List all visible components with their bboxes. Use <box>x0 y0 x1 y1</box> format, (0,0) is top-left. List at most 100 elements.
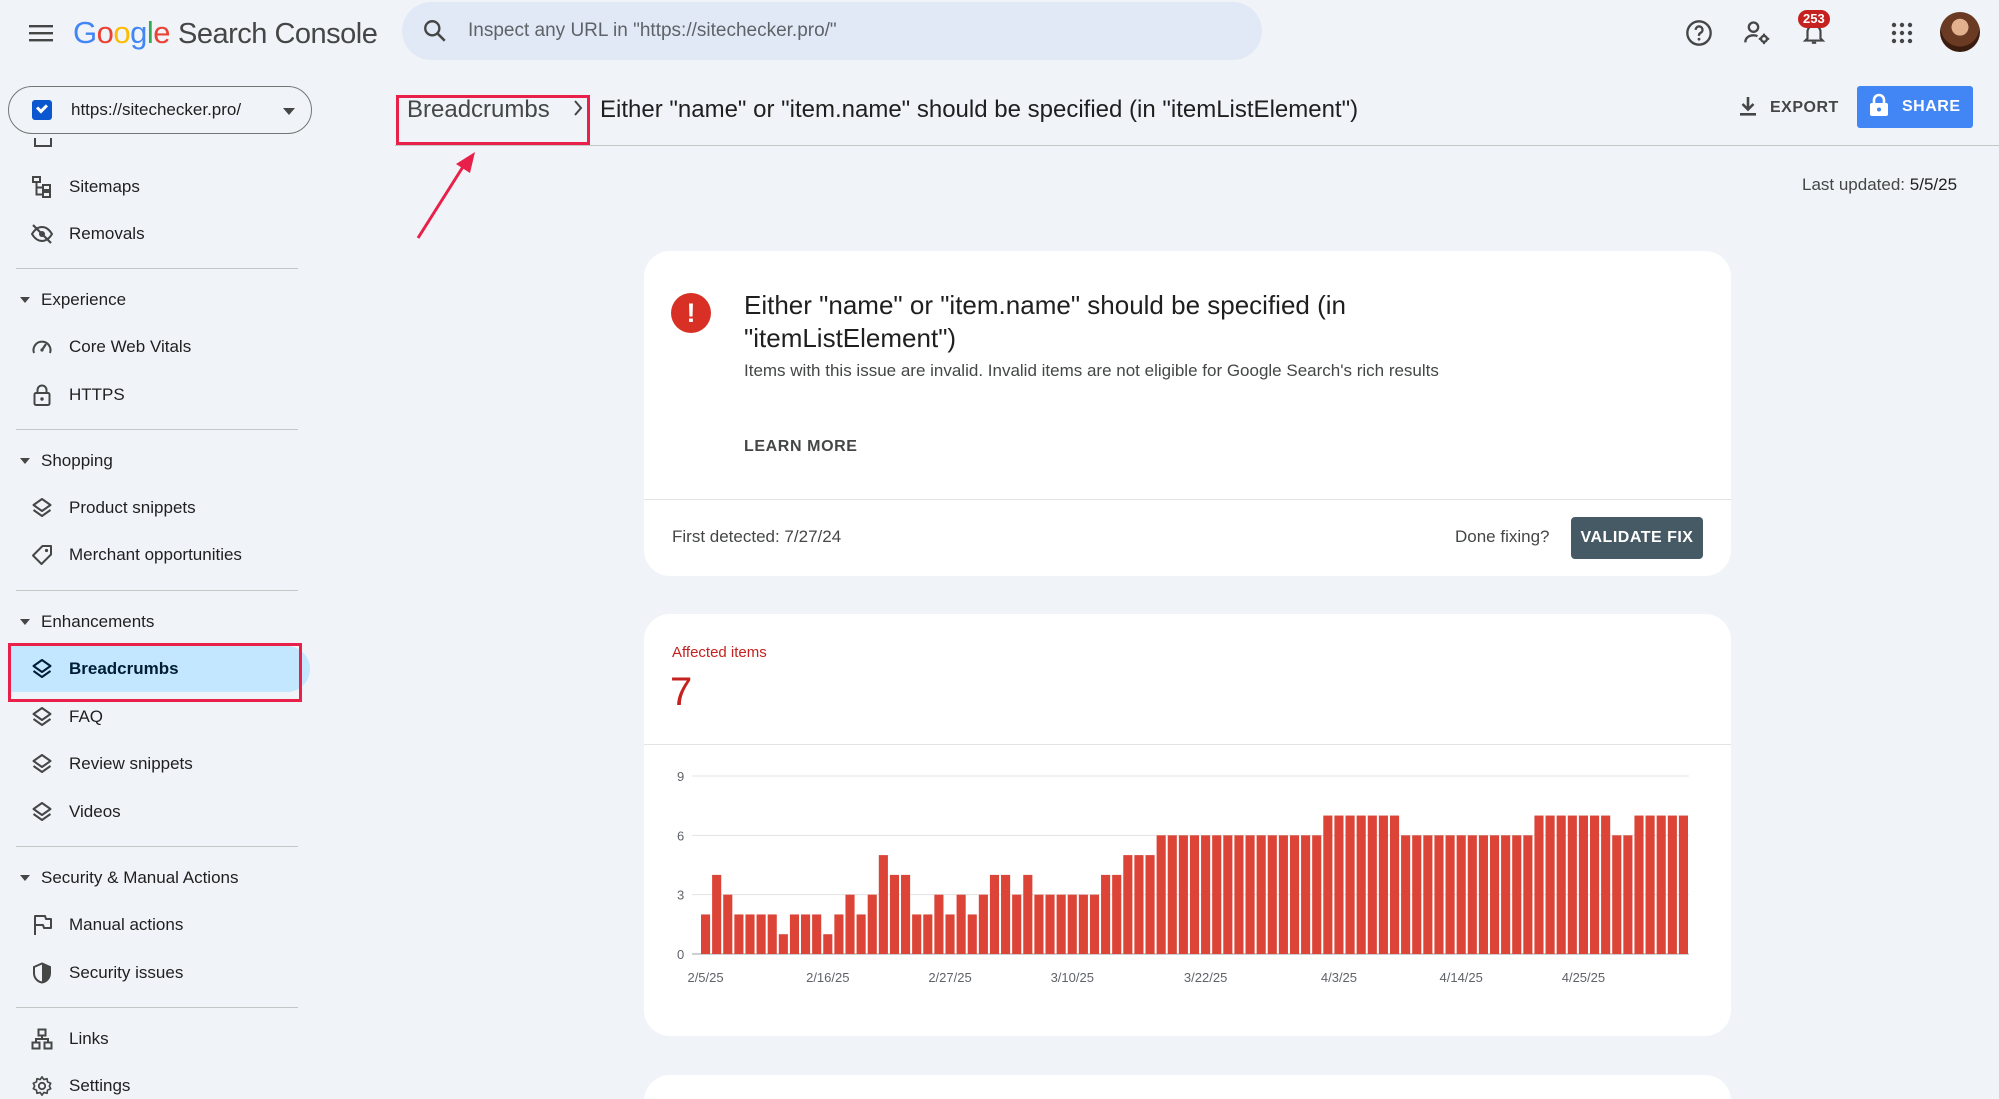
sidebar-item-manual-actions[interactable]: Manual actions <box>8 902 310 948</box>
chart-bar[interactable] <box>989 874 1000 954</box>
chart-bar[interactable] <box>1601 815 1611 954</box>
chart-bar[interactable] <box>1067 894 1077 954</box>
chart-bar[interactable] <box>1189 835 1200 954</box>
chart-bar[interactable] <box>967 914 977 954</box>
sidebar-item-security-issues[interactable]: Security issues <box>8 950 310 996</box>
chart-bar[interactable] <box>1623 835 1633 954</box>
chart-bar[interactable] <box>1267 835 1277 954</box>
chart-bar[interactable] <box>1212 835 1222 954</box>
property-selector[interactable]: https://sitechecker.pro/ <box>8 86 312 134</box>
chart-bar[interactable] <box>1656 815 1666 954</box>
chart-bar[interactable] <box>1201 835 1211 954</box>
google-search-console-logo[interactable]: Google Search Console <box>73 14 378 53</box>
apps-grid-icon[interactable] <box>1885 16 1919 50</box>
chart-bar[interactable] <box>767 914 777 954</box>
chart-bar[interactable] <box>1412 835 1422 954</box>
chart-bar[interactable] <box>1423 835 1433 954</box>
chart-bar[interactable] <box>1512 835 1522 954</box>
chart-bar[interactable] <box>712 874 722 954</box>
chart-bar[interactable] <box>1112 874 1122 954</box>
chart-bar[interactable] <box>1434 835 1444 954</box>
sidebar-section-shopping[interactable]: Shopping <box>20 446 300 476</box>
sidebar-item-merchant-opportunities[interactable]: Merchant opportunities <box>8 532 310 578</box>
validate-fix-button[interactable]: VALIDATE FIX <box>1571 517 1703 559</box>
chart-bar[interactable] <box>1178 835 1188 954</box>
chart-bar[interactable] <box>1256 835 1266 954</box>
chart-bar[interactable] <box>934 894 944 954</box>
chart-bar[interactable] <box>1612 835 1622 954</box>
chart-bar[interactable] <box>1367 815 1377 954</box>
chart-bar[interactable] <box>1123 855 1133 954</box>
chart-bar[interactable] <box>1234 835 1244 954</box>
manage-users-icon[interactable] <box>1740 16 1774 50</box>
chart-bar[interactable] <box>1001 874 1011 954</box>
chart-bar[interactable] <box>1567 815 1577 954</box>
chart-bar[interactable] <box>1089 894 1100 954</box>
url-inspect-input[interactable] <box>468 2 1238 60</box>
sidebar-item-review-snippets[interactable]: Review snippets <box>8 741 310 787</box>
sidebar-item-https[interactable]: HTTPS <box>8 372 310 418</box>
sidebar-item-removals[interactable]: Removals <box>8 211 310 257</box>
help-icon[interactable] <box>1682 16 1716 50</box>
chart-bar[interactable] <box>978 894 988 954</box>
chart-bar[interactable] <box>1056 894 1066 954</box>
chart-bar[interactable] <box>778 934 788 954</box>
chart-bar[interactable] <box>1134 855 1144 954</box>
chart-bar[interactable] <box>1156 835 1166 954</box>
chart-bar[interactable] <box>1456 835 1466 954</box>
chart-bar[interactable] <box>878 855 888 954</box>
sidebar-section-enhancements[interactable]: Enhancements <box>20 607 300 637</box>
chart-bar[interactable] <box>701 914 711 954</box>
export-button[interactable]: EXPORT <box>1738 90 1839 126</box>
chart-bar[interactable] <box>1334 815 1344 954</box>
chart-bar[interactable] <box>856 914 866 954</box>
sidebar-item-sitemaps[interactable]: Sitemaps <box>8 164 310 210</box>
chart-bar[interactable] <box>834 914 844 954</box>
chart-bar[interactable] <box>1167 835 1177 954</box>
chart-bar[interactable] <box>1489 835 1500 954</box>
chart-bar[interactable] <box>1245 835 1255 954</box>
chart-bar[interactable] <box>1378 815 1388 954</box>
chart-bar[interactable] <box>1012 894 1022 954</box>
chart-bar[interactable] <box>1578 815 1588 954</box>
sidebar-item-settings[interactable]: Settings <box>8 1063 310 1099</box>
chart-bar[interactable] <box>1289 835 1300 954</box>
share-button[interactable]: SHARE <box>1857 86 1973 128</box>
chart-bar[interactable] <box>1323 815 1333 954</box>
chart-bar[interactable] <box>1667 815 1677 954</box>
sidebar-item-videos[interactable]: Videos <box>8 789 310 835</box>
chart-bar[interactable] <box>956 894 966 954</box>
chart-bar[interactable] <box>1523 835 1533 954</box>
chart-bar[interactable] <box>1023 874 1033 954</box>
menu-icon[interactable] <box>26 18 56 48</box>
chart-bar[interactable] <box>1301 835 1311 954</box>
chart-bar[interactable] <box>1223 835 1233 954</box>
chart-bar[interactable] <box>745 914 755 954</box>
sidebar-section-security-manual-actions[interactable]: Security & Manual Actions <box>20 863 300 893</box>
chart-bar[interactable] <box>1356 815 1366 954</box>
chart-bar[interactable] <box>1645 815 1655 954</box>
chart-bar[interactable] <box>923 914 933 954</box>
learn-more-link[interactable]: LEARN MORE <box>744 438 858 456</box>
chart-bar[interactable] <box>1556 815 1566 954</box>
sidebar-item-links[interactable]: Links <box>8 1016 310 1062</box>
chart-bar[interactable] <box>801 914 811 954</box>
chart-bar[interactable] <box>1312 835 1322 954</box>
chart-bar[interactable] <box>867 894 877 954</box>
chart-bar[interactable] <box>901 874 911 954</box>
chart-bar[interactable] <box>1389 815 1400 954</box>
sidebar-item-core-web-vitals[interactable]: Core Web Vitals <box>8 324 310 370</box>
chart-bar[interactable] <box>1467 835 1477 954</box>
chart-bar[interactable] <box>1445 835 1455 954</box>
search-icon[interactable] <box>422 18 448 49</box>
sidebar-section-experience[interactable]: Experience <box>20 285 300 315</box>
sidebar-item-product-snippets[interactable]: Product snippets <box>8 485 310 531</box>
chart-bar[interactable] <box>1278 835 1288 954</box>
chart-bar[interactable] <box>1501 835 1511 954</box>
chart-bar[interactable] <box>789 914 800 954</box>
chart-bar[interactable] <box>1401 835 1411 954</box>
chart-bar[interactable] <box>723 894 733 954</box>
chart-bar[interactable] <box>912 914 922 954</box>
chart-bar[interactable] <box>1534 815 1544 954</box>
chart-bar[interactable] <box>1145 855 1155 954</box>
